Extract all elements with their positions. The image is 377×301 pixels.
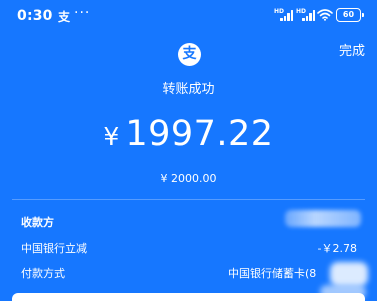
divider	[12, 199, 365, 200]
discount-value: -￥2.78	[317, 242, 357, 255]
amount-value: 1997.22	[125, 114, 274, 154]
payment-method-value: 中国银行储蓄卡(8	[228, 267, 317, 280]
done-button[interactable]: 完成	[339, 40, 365, 59]
payment-method-label: 付款方式	[21, 267, 65, 280]
signal-bars-icon-2	[302, 10, 316, 21]
currency-symbol: ¥	[103, 122, 120, 151]
cellular-signal-icon: HD	[274, 9, 296, 22]
battery-level: 60	[342, 10, 355, 19]
transfer-status-title: 转账成功	[162, 82, 215, 97]
payee-name-redacted	[285, 210, 361, 227]
alipay-notification-icon: 支	[58, 10, 71, 24]
original-amount: ¥ 2000.00	[160, 172, 217, 185]
bottom-card	[12, 293, 365, 301]
alipay-icon: 支	[178, 43, 201, 66]
card-number-redacted	[330, 262, 368, 286]
transfer-amount: ¥1997.22	[0, 114, 377, 158]
signal-bars-icon	[280, 10, 294, 21]
discount-label: 中国银行立减	[21, 242, 87, 255]
wifi-icon	[317, 9, 333, 21]
status-bar: 0:30 支 ··· HD HD 60	[0, 0, 377, 34]
status-time: 0:30	[17, 8, 53, 24]
battery-icon: 60	[336, 8, 364, 22]
payee-label: 收款方	[21, 216, 54, 229]
more-notifications-icon: ···	[74, 5, 91, 21]
transfer-success-screen: 0:30 支 ··· HD HD 60 完成 支 转账成功 ¥ 1997.22 …	[0, 0, 377, 301]
alipay-logo-glyph: 支	[182, 46, 197, 62]
cellular-signal-icon-2: HD	[296, 9, 318, 22]
